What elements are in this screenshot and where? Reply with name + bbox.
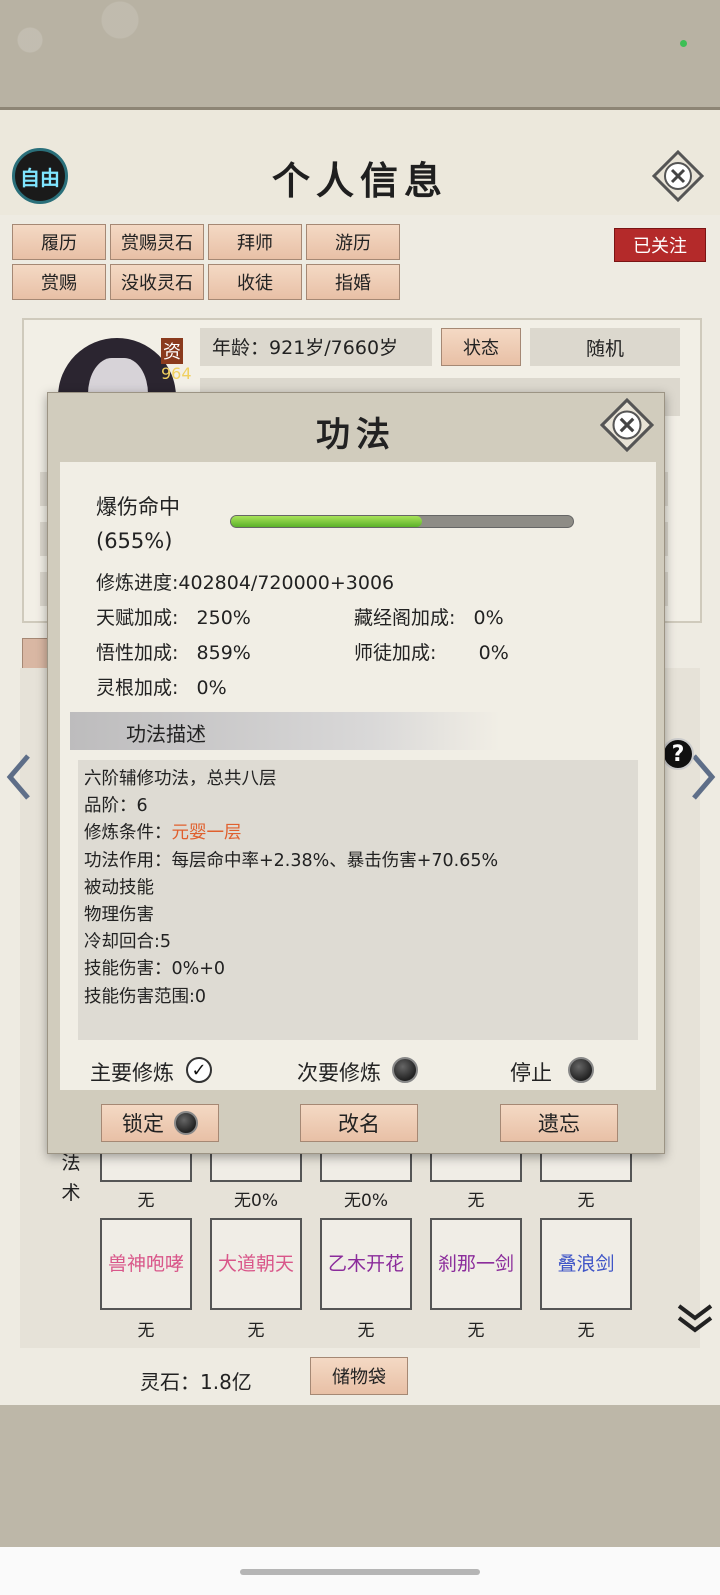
age-row: 年龄：921岁/7660岁 (200, 328, 432, 366)
skill-level-label: 无 (577, 1191, 595, 1211)
description-header: 功法描述 (70, 712, 500, 750)
main-practice-label: 主要修炼 (90, 1061, 174, 1085)
desc-line: 被动技能 (84, 877, 154, 898)
cultivation-progress-bar (230, 515, 574, 528)
dialog-title: 功法 (316, 415, 396, 455)
skill-level-label: 无 (467, 1191, 485, 1211)
bottom-band (0, 1405, 720, 1547)
home-indicator[interactable] (240, 1569, 480, 1575)
chevron-left-icon[interactable] (6, 752, 32, 802)
stop-label: 停止 (510, 1061, 552, 1085)
skill-slot-instant-sword[interactable]: 刹那一剑 (430, 1218, 522, 1310)
desc-line: 六阶辅修功法，总共八层 (84, 769, 277, 789)
tab-take-disciple[interactable]: 收徒 (208, 264, 302, 300)
progress-fill (231, 516, 423, 527)
chevron-right-icon[interactable] (690, 752, 716, 802)
skill-level-label: 无0% (234, 1191, 278, 1211)
spirit-stone-count: 灵石：1.8亿 (140, 1370, 252, 1394)
aptitude-value: 964 (161, 364, 192, 383)
page-title: 个人信息 (271, 158, 448, 203)
talent-bonus: 天赋加成: 250% (96, 607, 251, 629)
skill-level-label: 无 (357, 1321, 375, 1341)
forget-button[interactable]: 遗忘 (500, 1104, 618, 1142)
tab-reward-stones[interactable]: 赏赐灵石 (110, 224, 204, 260)
spell-label: 法 术 (61, 1152, 81, 1204)
desc-line: 物理伤害 (84, 905, 154, 926)
secondary-practice-radio[interactable] (392, 1057, 418, 1083)
help-icon[interactable]: ? (662, 738, 694, 770)
storage-bag-button[interactable]: 储物袋 (310, 1357, 408, 1395)
age-label: 年龄： (212, 337, 270, 359)
top-decoration-band (0, 0, 720, 110)
desc-line: 技能伤害范围:0 (84, 986, 207, 1007)
requirement-value: 元婴一层 (171, 823, 242, 844)
status-dot (680, 40, 687, 47)
cultivation-progress-text: 修炼进度:402804/720000+3006 (96, 572, 395, 594)
desc-line: 冷却回合:5 (84, 932, 172, 953)
tab-become-disciple[interactable]: 拜师 (208, 224, 302, 260)
tab-arrange-marriage[interactable]: 指婚 (306, 264, 400, 300)
skill-slot-wave-sword[interactable]: 叠浪剑 (540, 1218, 632, 1310)
close-icon[interactable] (652, 150, 704, 202)
desc-line: 技能伤害：0%+0 (84, 959, 226, 980)
rename-button[interactable]: 改名 (300, 1104, 418, 1142)
spirit-root-bonus: 灵根加成: 0% (96, 677, 227, 699)
main-practice-radio[interactable]: ✓ (186, 1057, 212, 1083)
skill-level-label: 无 (247, 1321, 265, 1341)
lock-button[interactable]: 锁定 (101, 1104, 219, 1142)
skill-level-label: 无 (467, 1321, 485, 1341)
technique-name: 爆伤命中 (655%) (96, 495, 180, 553)
tab-reward[interactable]: 赏赐 (12, 264, 106, 300)
skill-level-label: 无 (137, 1191, 155, 1211)
skill-level-label: 无0% (344, 1191, 388, 1211)
tab-history[interactable]: 履历 (12, 224, 106, 260)
desc-line: 修炼条件：元婴一层 (84, 823, 242, 844)
skill-slot-wood-blossom[interactable]: 乙木开花 (320, 1218, 412, 1310)
tab-confiscate-stones[interactable]: 没收灵石 (110, 264, 204, 300)
tab-travel[interactable]: 游历 (306, 224, 400, 260)
close-icon[interactable] (600, 398, 654, 452)
lock-toggle-icon (174, 1111, 198, 1135)
master-bonus: 师徒加成: 0% (354, 642, 509, 664)
library-bonus: 藏经阁加成: 0% (354, 607, 504, 629)
secondary-practice-label: 次要修炼 (297, 1061, 381, 1085)
skill-level-label: 无 (577, 1321, 595, 1341)
stop-radio[interactable] (568, 1057, 594, 1083)
desc-line: 品阶：6 (84, 796, 148, 817)
followed-button[interactable]: 已关注 (614, 228, 706, 262)
skill-slot-beast-god-roar[interactable]: 兽神咆哮 (100, 1218, 192, 1310)
skill-slot-great-dao[interactable]: 大道朝天 (210, 1218, 302, 1310)
double-chevron-down-icon[interactable] (675, 1300, 715, 1336)
description-box: 六阶辅修功法，总共八层 品阶：6 修炼条件：元婴一层 功法作用：每层命中率+2.… (78, 760, 638, 1040)
aptitude-label: 资 (161, 338, 183, 364)
insight-bonus: 悟性加成: 859% (96, 642, 251, 664)
age-value: 921岁/7660岁 (269, 337, 399, 359)
random-field: 随机 (530, 328, 680, 366)
skill-level-label: 无 (137, 1321, 155, 1341)
state-button[interactable]: 状态 (441, 328, 521, 366)
desc-line: 功法作用：每层命中率+2.38%、暴击伤害+70.65% (84, 850, 499, 871)
